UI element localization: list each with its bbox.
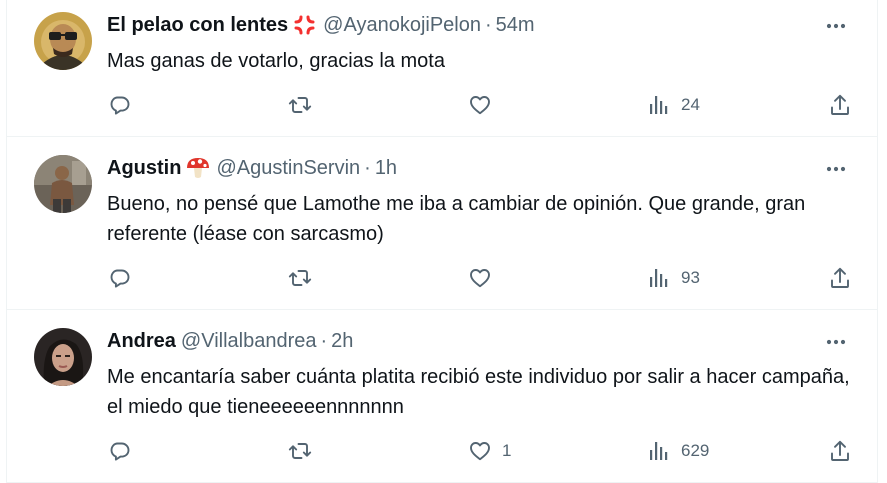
retweet-icon — [288, 93, 312, 117]
retweet-button[interactable] — [288, 437, 312, 465]
like-button[interactable] — [468, 91, 502, 119]
views-button[interactable]: 629 — [647, 437, 709, 465]
like-button[interactable] — [468, 264, 502, 292]
avatar[interactable] — [34, 155, 92, 213]
timestamp[interactable]: 2h — [331, 330, 353, 353]
retweet-icon — [288, 439, 312, 463]
tweet-text: Me encantaría saber cuánta platita recib… — [107, 366, 850, 418]
tweet[interactable]: Agustin @AgustinServin · 1h Bueno, no pe… — [7, 137, 877, 310]
separator: · — [364, 156, 371, 179]
views-button[interactable]: 24 — [647, 91, 700, 119]
share-icon — [828, 266, 852, 290]
timestamp[interactable]: 1h — [375, 157, 397, 180]
view-count: 24 — [681, 95, 700, 114]
views-icon — [647, 439, 671, 463]
reply-button[interactable] — [108, 264, 132, 292]
heart-icon — [468, 266, 492, 290]
share-button[interactable] — [828, 91, 852, 119]
share-icon — [828, 439, 852, 463]
heart-icon — [468, 93, 492, 117]
reply-icon — [108, 439, 132, 463]
separator: · — [484, 13, 492, 36]
views-icon — [647, 266, 671, 290]
view-count: 629 — [681, 441, 710, 460]
tweet-header: Andrea @Villalbandrea · 2h — [107, 328, 353, 354]
reply-button[interactable] — [108, 91, 132, 119]
tweet-actions: 1 629 — [7, 437, 877, 465]
tweet[interactable]: Andrea @Villalbandrea · 2h Me encantaría… — [7, 310, 877, 483]
like-button[interactable]: 1 — [468, 437, 511, 465]
anger-emoji-icon — [292, 12, 318, 38]
timestamp[interactable]: 54m — [496, 14, 535, 37]
tweet[interactable]: El pelao con lentes @AyanokojiPelon · 54… — [7, 0, 877, 137]
display-name[interactable]: Andrea — [107, 330, 176, 353]
reply-button[interactable] — [108, 437, 132, 465]
avatar[interactable] — [34, 12, 92, 70]
tweet-text: Bueno, no pensé que Lamothe me iba a cam… — [107, 193, 806, 245]
tweet-actions: 24 — [7, 91, 877, 119]
tweet-actions: 93 — [7, 264, 877, 292]
separator: · — [320, 329, 328, 352]
tweet-header: Agustin @AgustinServin · 1h — [107, 155, 397, 181]
tweet-header: El pelao con lentes @AyanokojiPelon · 54… — [107, 12, 535, 38]
share-icon — [828, 93, 852, 117]
mushroom-emoji-icon — [185, 155, 211, 181]
reply-icon — [108, 266, 132, 290]
user-handle[interactable]: @Villalbandrea — [181, 330, 317, 353]
view-count: 93 — [681, 268, 700, 287]
user-handle[interactable]: @AgustinServin — [216, 157, 360, 180]
share-button[interactable] — [828, 437, 852, 465]
more-icon[interactable] — [819, 157, 853, 181]
tweet-text: Mas ganas de votarlo, gracias la mota — [107, 50, 445, 72]
heart-icon — [468, 439, 492, 463]
like-count: 1 — [502, 441, 512, 460]
reply-icon — [108, 93, 132, 117]
more-icon[interactable] — [819, 330, 853, 354]
more-icon[interactable] — [819, 14, 853, 38]
display-name[interactable]: Agustin — [107, 157, 181, 180]
share-button[interactable] — [828, 264, 852, 292]
avatar[interactable] — [34, 328, 92, 386]
user-handle[interactable]: @AyanokojiPelon — [323, 14, 481, 37]
views-icon — [647, 93, 671, 117]
views-button[interactable]: 93 — [647, 264, 700, 292]
reply-feed: El pelao con lentes @AyanokojiPelon · 54… — [6, 0, 878, 483]
retweet-icon — [288, 266, 312, 290]
display-name[interactable]: El pelao con lentes — [107, 14, 288, 37]
retweet-button[interactable] — [288, 91, 312, 119]
retweet-button[interactable] — [288, 264, 312, 292]
